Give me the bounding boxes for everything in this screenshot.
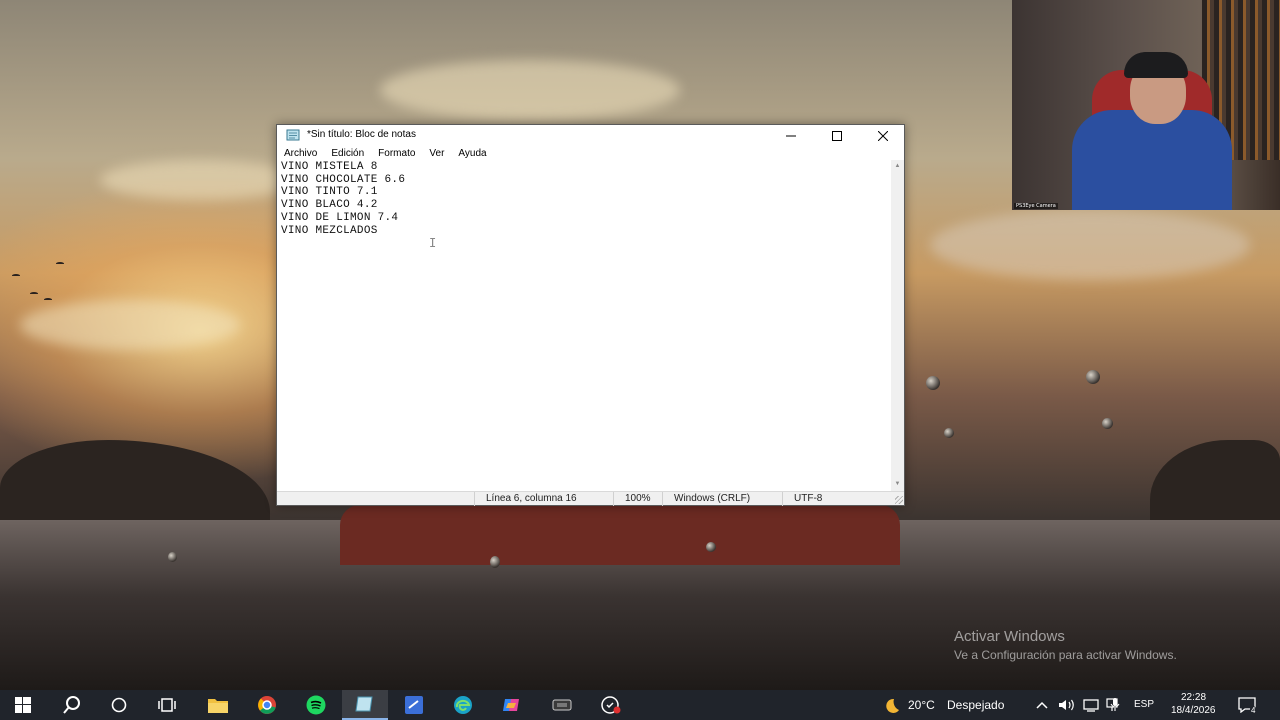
close-button[interactable] xyxy=(860,125,906,146)
text-line: VINO DE LIMON 7.4 xyxy=(281,211,399,224)
bird xyxy=(56,262,64,265)
maximize-button[interactable] xyxy=(814,125,860,146)
spotify-button[interactable] xyxy=(293,690,339,720)
text-line: VINO CHOCOLATE 6.6 xyxy=(281,173,406,186)
notifications-badge: 4 xyxy=(1250,706,1257,715)
minimize-icon xyxy=(786,135,796,136)
cursor-position: Línea 6, columna 16 xyxy=(474,492,613,506)
menu-archivo[interactable]: Archivo xyxy=(284,148,317,159)
cloud xyxy=(930,210,1250,280)
edge-button[interactable] xyxy=(440,690,486,720)
folder-icon xyxy=(208,699,228,713)
floating-drop xyxy=(706,542,716,552)
cloud xyxy=(20,300,240,350)
search-icon xyxy=(63,696,80,714)
menu-formato[interactable]: Formato xyxy=(378,148,415,159)
notepad-window[interactable]: *Sin título: Bloc de notas Archivo Edici… xyxy=(276,124,905,506)
resize-grip-icon[interactable] xyxy=(895,496,903,504)
floating-drop xyxy=(926,376,940,390)
chrome-icon xyxy=(258,696,276,714)
bird xyxy=(44,298,52,301)
webcam-overlay: PS3Eye Camera xyxy=(1012,0,1280,210)
dark-app-button[interactable] xyxy=(539,690,585,720)
spotify-icon xyxy=(306,695,326,715)
close-icon xyxy=(878,130,888,141)
moon-icon xyxy=(886,698,899,713)
cortana-button[interactable] xyxy=(96,690,142,720)
copilot-button[interactable] xyxy=(489,690,535,720)
text-line: VINO MISTELA 8 xyxy=(281,161,378,173)
title-bar[interactable]: *Sin título: Bloc de notas xyxy=(277,125,904,146)
maximize-icon xyxy=(832,130,842,141)
webcam-label: PS3Eye Camera xyxy=(1014,203,1058,209)
bird xyxy=(30,292,38,295)
menu-edicion[interactable]: Edición xyxy=(331,148,364,159)
language-indicator[interactable]: ESP xyxy=(1134,699,1154,710)
text-cursor-icon: I xyxy=(429,236,437,250)
clock-date[interactable]: 18/4/2026 xyxy=(1171,705,1216,716)
window-title: *Sin título: Bloc de notas xyxy=(307,129,416,140)
microphone-icon[interactable] xyxy=(1110,698,1120,712)
text-line: VINO MEZCLADOS xyxy=(281,224,378,237)
menu-bar: Archivo Edición Formato Ver Ayuda xyxy=(277,146,904,160)
floating-drop xyxy=(1086,370,1100,384)
minimize-button[interactable] xyxy=(768,125,814,146)
file-explorer-button[interactable] xyxy=(195,690,241,720)
floating-drop xyxy=(944,428,954,438)
person-shirt xyxy=(1072,110,1232,210)
task-view-icon xyxy=(158,698,176,712)
menu-ver[interactable]: Ver xyxy=(429,148,444,159)
chrome-button[interactable] xyxy=(244,690,290,720)
text-editor[interactable]: VINO MISTELA 8 VINO CHOCOLATE 6.6 VINO T… xyxy=(277,160,892,491)
search-button[interactable] xyxy=(49,690,95,720)
vertical-scrollbar[interactable]: ▲ ▼ xyxy=(891,160,904,491)
text-line: VINO TINTO 7.1 xyxy=(281,186,378,199)
floating-drop xyxy=(1102,418,1113,429)
record-app-button[interactable] xyxy=(588,690,634,720)
scroll-down-icon[interactable]: ▼ xyxy=(894,481,901,488)
start-button[interactable] xyxy=(0,690,46,720)
speaker-icon[interactable] xyxy=(1058,698,1076,712)
floating-drop xyxy=(168,552,177,562)
person-cap xyxy=(1124,52,1188,78)
line-ending: Windows (CRLF) xyxy=(662,492,782,506)
activation-subtitle: Ve a Configuración para activar Windows. xyxy=(954,648,1177,662)
scroll-up-icon[interactable]: ▲ xyxy=(894,163,901,170)
edge-icon xyxy=(454,696,472,714)
weather-condition[interactable]: Despejado xyxy=(947,698,1004,712)
red-structure xyxy=(340,505,900,565)
windows-logo-icon xyxy=(15,697,31,713)
taskbar: 20°C Despejado ESP 22:28 18/4/2026 4 xyxy=(0,690,1280,720)
floating-drop xyxy=(490,556,500,568)
text-line: VINO BLACO 4.2 xyxy=(281,199,378,212)
chevron-up-icon[interactable] xyxy=(1036,700,1048,710)
encoding: UTF-8 xyxy=(782,492,892,506)
zoom-level: 100% xyxy=(613,492,662,506)
menu-ayuda[interactable]: Ayuda xyxy=(458,148,486,159)
cloud xyxy=(380,60,680,120)
dark-app-icon xyxy=(552,699,572,711)
network-icon[interactable] xyxy=(1083,698,1101,712)
copilot-icon xyxy=(503,699,519,711)
notepad-icon xyxy=(286,129,300,141)
activation-title: Activar Windows xyxy=(954,628,1065,645)
notepad-icon xyxy=(355,696,373,712)
circle-icon xyxy=(111,697,127,713)
clock-time[interactable]: 22:28 xyxy=(1181,692,1206,703)
blue-app-icon xyxy=(405,696,423,714)
cloud xyxy=(100,160,300,200)
status-bar: Línea 6, columna 16 100% Windows (CRLF) … xyxy=(277,491,904,506)
record-app-icon xyxy=(601,696,621,714)
blue-app-button[interactable] xyxy=(391,690,437,720)
task-view-button[interactable] xyxy=(144,690,190,720)
activation-watermark: Activar Windows Ve a Configuración para … xyxy=(954,628,1177,662)
weather-temperature[interactable]: 20°C xyxy=(908,698,935,712)
notepad-taskbar-button[interactable] xyxy=(342,690,388,720)
bird xyxy=(12,274,20,277)
